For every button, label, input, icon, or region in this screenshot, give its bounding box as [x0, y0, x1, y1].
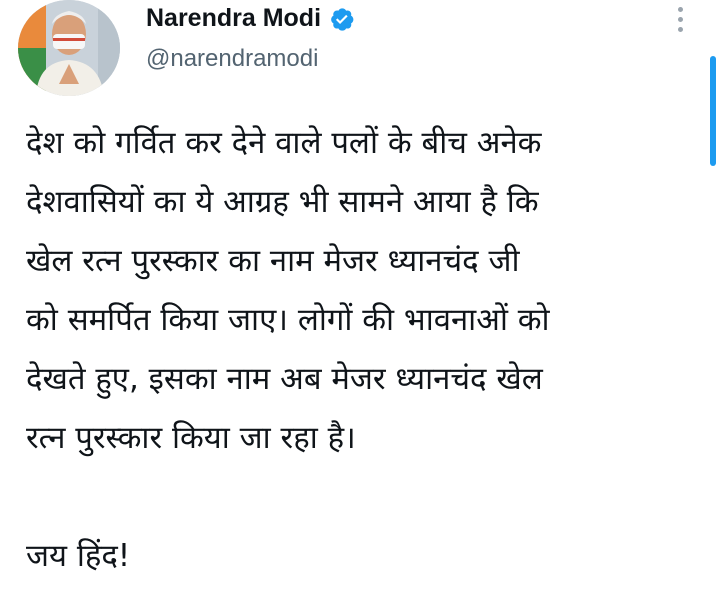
tweet-closing: जय हिंद! — [26, 538, 131, 574]
avatar-photo — [18, 0, 120, 96]
scrollbar[interactable] — [710, 56, 716, 166]
author-name-row: Narendra Modi — [146, 4, 355, 33]
tweet-text-line: देशवासियों का ये आग्रह भी सामने आया है क… — [26, 184, 539, 220]
avatar[interactable] — [18, 0, 120, 96]
author-name[interactable]: Narendra Modi — [146, 4, 321, 33]
verified-badge-icon — [329, 6, 355, 32]
tweet-text-line: रत्न पुरस्कार किया जा रहा है। — [26, 420, 356, 456]
more-options-icon[interactable] — [668, 4, 692, 34]
more-dot — [677, 6, 683, 12]
tweet-text: देश को गर्वित कर देने वाले पलों के बीच अ… — [26, 114, 696, 586]
more-dot — [677, 26, 683, 32]
tweet-card: Narendra Modi @narendramodi देश को गर्वि… — [0, 0, 720, 597]
tweet-text-line: खेल रत्न पुरस्कार का नाम मेजर ध्यानचंद ज… — [26, 243, 520, 279]
tweet-text-line: देश को गर्वित कर देने वाले पलों के बीच अ… — [26, 125, 542, 161]
author-block: Narendra Modi @narendramodi — [146, 4, 355, 73]
more-dot — [677, 16, 683, 22]
tweet-text-line: को समर्पित किया जाए। लोगों की भावनाओं को — [26, 302, 550, 338]
author-handle[interactable]: @narendramodi — [146, 45, 355, 73]
tweet-text-line: देखते हुए, इसका नाम अब मेजर ध्यानचंद खेल — [26, 361, 543, 397]
